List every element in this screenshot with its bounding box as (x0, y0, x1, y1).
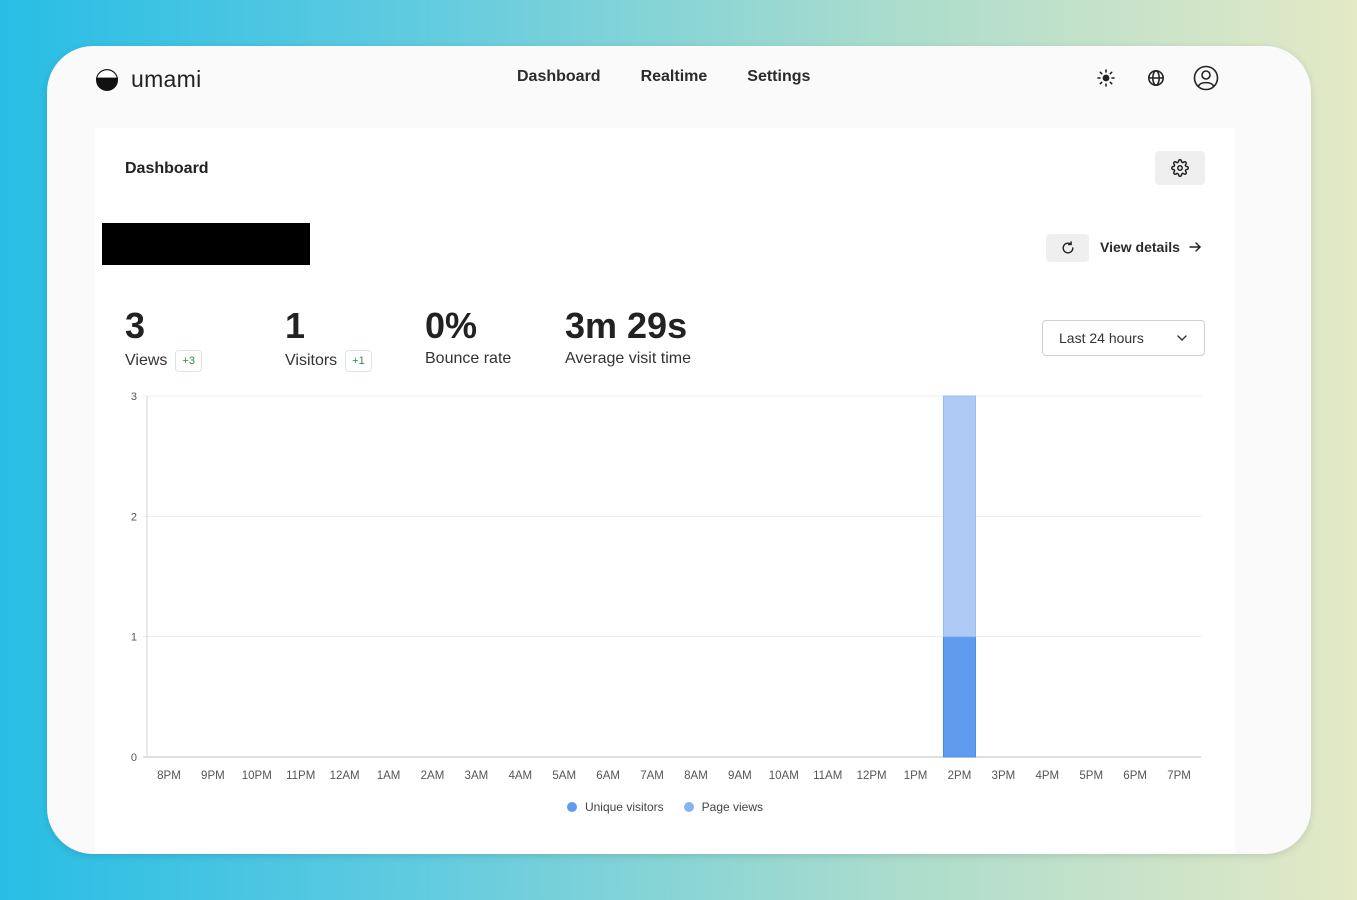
page-title: Dashboard (125, 160, 209, 177)
logo[interactable]: umami (95, 66, 202, 93)
app-window: umami Dashboard Realtime Settings Dashbo… (47, 46, 1311, 854)
x-tick-label: 3PM (992, 770, 1016, 782)
x-tick-label: 9AM (728, 770, 752, 782)
chart-legend: Unique visitors Page views (95, 800, 1235, 814)
main-nav: Dashboard Realtime Settings (517, 68, 810, 86)
umami-logo-icon (96, 68, 118, 91)
nav-dashboard[interactable]: Dashboard (517, 68, 601, 86)
x-tick-label: 5AM (552, 770, 576, 782)
x-tick-label: 12PM (857, 770, 887, 782)
y-tick-label: 1 (131, 632, 137, 644)
language-globe-icon[interactable] (1143, 65, 1169, 91)
metric-change-badge: +1 (345, 350, 372, 372)
x-tick-label: 9PM (201, 770, 225, 782)
metric-value: 3 (125, 305, 146, 346)
dashboard-card: Dashboard View details 3 Views +3 1 Visi… (95, 128, 1235, 854)
x-tick-label: 11AM (813, 770, 842, 782)
nav-realtime[interactable]: Realtime (641, 68, 708, 86)
view-details-link[interactable]: View details (1100, 239, 1202, 255)
bar-page-views (942, 395, 976, 638)
refresh-icon (1062, 241, 1074, 254)
bar-unique-visitors (942, 636, 976, 758)
nav-settings[interactable]: Settings (747, 68, 810, 86)
metric-views: 3 Views +3 (125, 306, 202, 372)
y-tick-label: 0 (131, 752, 137, 764)
legend-item-page-views[interactable]: Page views (683, 800, 764, 814)
metric-label: Average visit time (565, 350, 691, 367)
legend-item-unique-visitors[interactable]: Unique visitors (566, 800, 664, 814)
metric-change-badge: +3 (175, 350, 202, 372)
metric-label: Visitors (285, 352, 338, 369)
legend-label: Page views (701, 800, 764, 814)
app-name: umami (131, 66, 202, 92)
website-name-redacted (102, 223, 310, 265)
top-bar: umami Dashboard Realtime Settings (47, 46, 1311, 126)
theme-toggle-sun-icon[interactable] (1093, 65, 1119, 91)
metric-average-visit-time: 3m 29s Average visit time (565, 306, 691, 368)
y-tick-label: 2 (131, 511, 137, 523)
x-tick-label: 4PM (1035, 770, 1059, 782)
date-range-value: Last 24 hours (1059, 330, 1144, 346)
metric-visitors: 1 Visitors +1 (285, 306, 372, 372)
metric-value: 0% (425, 305, 478, 346)
view-details-label: View details (1100, 239, 1180, 255)
x-tick-label: 3AM (465, 770, 489, 782)
x-tick-label: 10AM (769, 770, 799, 782)
x-tick-label: 12AM (330, 770, 360, 782)
metric-value: 3m 29s (565, 305, 688, 346)
y-tick-label: 3 (131, 391, 137, 403)
metric-label: Views (125, 352, 168, 369)
user-profile-icon[interactable] (1193, 65, 1219, 91)
date-range-select[interactable]: Last 24 hours (1042, 320, 1205, 356)
x-tick-label: 11PM (286, 770, 315, 782)
x-tick-label: 6AM (596, 770, 620, 782)
metric-label: Bounce rate (425, 350, 512, 367)
x-tick-label: 8PM (157, 770, 181, 782)
x-tick-label: 10PM (242, 770, 272, 782)
refresh-button[interactable] (1046, 234, 1089, 262)
x-tick-label: 6PM (1123, 770, 1147, 782)
x-tick-label: 7AM (640, 770, 664, 782)
pageviews-bar-chart: 0 1 2 3 8PM 9PM 10PM 11PM 12AM 1AM 2AM 3AM 4AM 5AM 6AM… (131, 391, 1201, 782)
x-tick-label: 2AM (421, 770, 445, 782)
x-tick-label: 1AM (377, 770, 401, 782)
chevron-down-icon (1177, 335, 1187, 341)
gear-icon (1171, 159, 1189, 177)
x-tick-label: 7PM (1167, 770, 1191, 782)
x-tick-label: 1PM (904, 770, 928, 782)
top-icons (1093, 65, 1219, 91)
x-tick-label: 2PM (948, 770, 972, 782)
legend-dot (566, 802, 577, 812)
dashboard-settings-button[interactable] (1155, 151, 1205, 185)
x-tick-label: 5PM (1079, 770, 1103, 782)
legend-label: Unique visitors (584, 800, 664, 814)
x-tick-label: 4AM (508, 770, 532, 782)
metric-bounce-rate: 0% Bounce rate (425, 306, 511, 368)
arrow-right-icon (1189, 242, 1201, 252)
metric-value: 1 (285, 305, 306, 346)
x-tick-label: 8AM (684, 770, 708, 782)
legend-dot (683, 802, 694, 812)
